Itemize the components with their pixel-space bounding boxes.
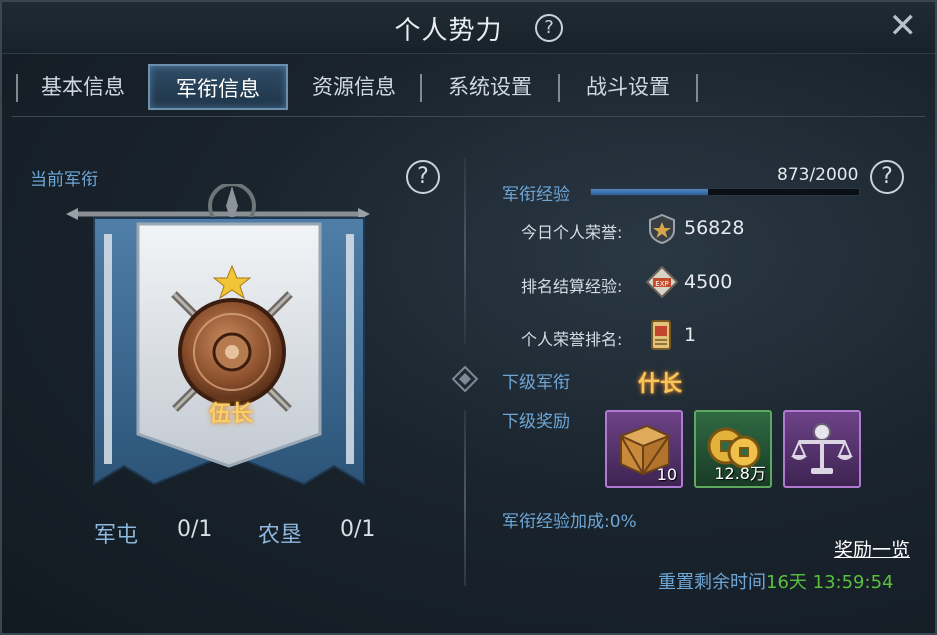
reset-timer-value: 16天 13:59:54	[766, 572, 894, 593]
tab-system-settings[interactable]: 系统设置	[430, 64, 550, 110]
rank-scroll-icon	[651, 320, 671, 350]
rank-banner: 伍长	[64, 182, 384, 504]
reward-item-coins[interactable]: 12.8万	[694, 410, 772, 488]
tab-resource-info[interactable]: 资源信息	[296, 64, 412, 110]
rank-exp-label: 军衔经验	[502, 185, 570, 205]
reward-list-link[interactable]: 奖励一览	[834, 535, 910, 562]
reward-item-balance[interactable]	[783, 410, 861, 488]
tab-battle-settings[interactable]: 战斗设置	[568, 64, 688, 110]
tab-separator	[696, 74, 698, 102]
reset-timer-label: 重置剩余时间	[658, 572, 766, 593]
divider	[464, 158, 466, 344]
reward-item-qty: 10	[656, 465, 677, 484]
window-title: 个人势力	[394, 16, 503, 46]
rank-settle-exp-value: 4500	[684, 271, 733, 293]
tab-separator	[420, 74, 422, 102]
exp-help-icon[interactable]: ?	[870, 160, 904, 194]
banner-flag-icon	[66, 182, 370, 486]
balance-scale-icon	[791, 423, 853, 474]
sub-rank-2-name: 农垦	[258, 523, 303, 548]
rank-exp-value: 873/2000	[777, 165, 859, 185]
reward-item-crate[interactable]: 10	[605, 410, 683, 488]
current-rank-name: 伍长	[209, 402, 254, 427]
next-reward-label: 下级奖励	[502, 412, 570, 432]
rank-help-icon[interactable]: ?	[406, 160, 440, 194]
reward-item-qty: 12.8万	[714, 464, 766, 483]
rank-exp-progress-bar	[590, 188, 860, 196]
divider	[464, 410, 466, 586]
close-icon[interactable]: ✕	[889, 8, 918, 44]
tab-bar: 基本信息 军衔信息 资源信息 系统设置 战斗设置	[2, 60, 935, 116]
honor-medal-icon	[649, 214, 675, 244]
exp-bonus-text: 军衔经验加成:0%	[502, 512, 637, 532]
svg-text:EXP: EXP	[655, 280, 668, 288]
tab-separator	[558, 74, 560, 102]
rank-settle-exp-label: 排名结算经验:	[521, 277, 623, 296]
tab-underline	[12, 116, 925, 117]
reset-timer: 重置剩余时间16天 13:59:54	[658, 568, 893, 594]
sub-rank-1-value: 0/1	[177, 517, 213, 542]
tab-rank-info[interactable]: 军衔信息	[148, 64, 288, 110]
question-icon[interactable]: ?	[535, 14, 563, 42]
tab-separator	[16, 74, 18, 102]
rank-exp-progress-fill	[591, 189, 708, 195]
tab-basic-info[interactable]: 基本信息	[24, 64, 142, 110]
honor-rank-label: 个人荣誉排名:	[521, 330, 623, 349]
diamond-ornament-icon	[452, 366, 478, 392]
personal-power-window: 个人势力 ? ✕ 基本信息 军衔信息 资源信息 系统设置 战斗设置 当前军衔 ?	[0, 0, 937, 635]
next-rank-value: 什长	[638, 372, 683, 397]
today-honor-value: 56828	[684, 217, 745, 239]
sub-rank-1-name: 军屯	[94, 523, 139, 548]
exp-badge-icon: EXP	[646, 266, 678, 298]
honor-rank-value: 1	[684, 324, 697, 346]
title-bar: 个人势力 ? ✕	[2, 2, 935, 54]
next-rank-label: 下级军衔	[502, 373, 570, 393]
today-honor-label: 今日个人荣誉:	[521, 223, 623, 242]
sub-rank-2-value: 0/1	[340, 517, 376, 542]
